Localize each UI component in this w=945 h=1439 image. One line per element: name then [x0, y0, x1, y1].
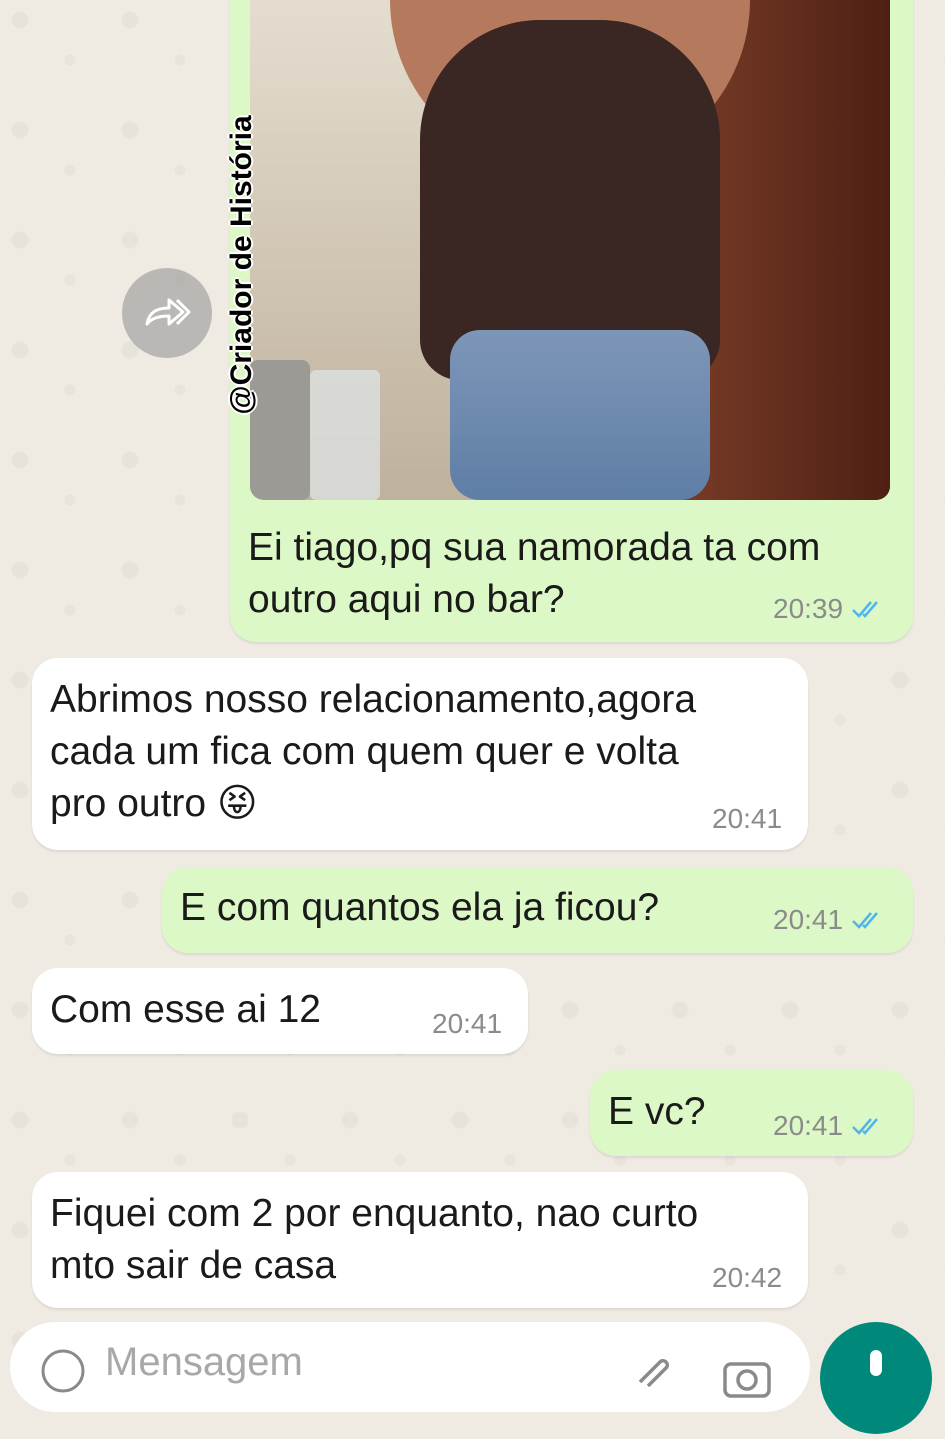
message-time: 20:41	[432, 1008, 503, 1039]
message-text: Ei tiago,pq sua namorada ta com outro aq…	[248, 526, 821, 621]
watermark-text: @Criador de História	[225, 115, 258, 415]
read-ticks-icon	[852, 601, 879, 618]
message-time: 20:41	[712, 803, 783, 834]
shared-photo[interactable]	[250, 0, 890, 500]
message-time: 20:41	[773, 1110, 844, 1141]
message-meta: 20:42	[712, 1262, 782, 1294]
message-text: Fiquei com 2 por enquanto, nao curto mto…	[50, 1192, 699, 1287]
message-text: E com quantos ela ja ficou?	[180, 886, 660, 929]
mic-icon	[870, 1350, 882, 1376]
message-text: Com esse ai 12	[50, 988, 321, 1031]
message-time: 20:39	[773, 593, 844, 624]
message-composer[interactable]: Mensagem	[10, 1322, 810, 1412]
camera-icon[interactable]	[722, 1354, 772, 1398]
message-meta: 20:41	[712, 803, 782, 835]
message-time: 20:42	[712, 1262, 783, 1293]
message-meta: 20:41	[773, 904, 885, 936]
message-text: E vc?	[608, 1090, 706, 1133]
message-text: Abrimos nosso relacionamento,agora cada …	[50, 678, 697, 825]
message-meta: 20:41	[773, 1110, 885, 1142]
message-input[interactable]: Mensagem	[105, 1340, 303, 1385]
forward-button[interactable]	[122, 268, 212, 358]
read-ticks-icon	[852, 912, 879, 929]
emoji-icon[interactable]	[40, 1348, 86, 1394]
message-meta: 20:39	[773, 593, 885, 625]
message-meta: 20:41	[432, 1008, 502, 1040]
forward-icon	[145, 298, 191, 326]
read-ticks-icon	[852, 1118, 879, 1135]
mic-button[interactable]	[820, 1322, 932, 1434]
attach-icon[interactable]	[632, 1352, 676, 1396]
message-time: 20:41	[773, 904, 844, 935]
